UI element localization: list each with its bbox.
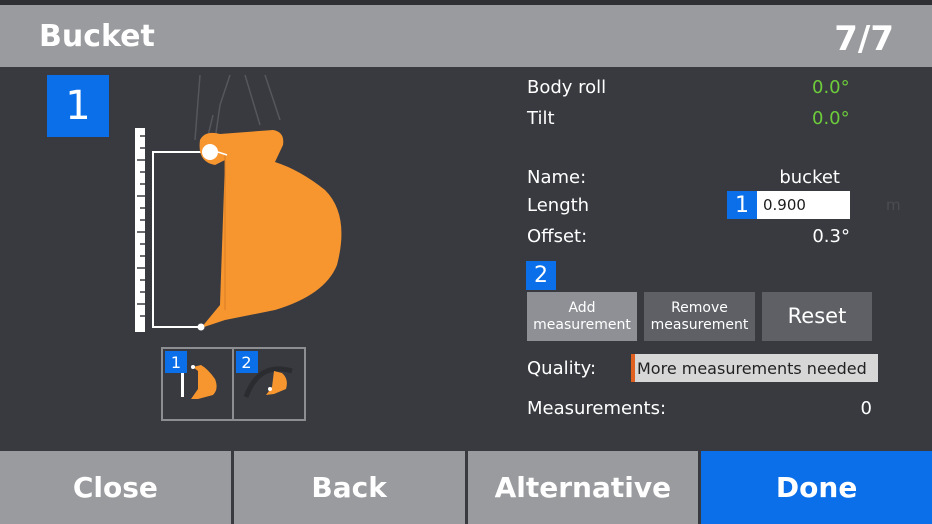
footer-bar: Close Back Alternative Done xyxy=(0,451,932,524)
page-title: Bucket xyxy=(39,19,155,54)
offset-label: Offset: xyxy=(527,226,588,247)
bucket-illustration xyxy=(135,74,342,332)
name-label: Name: xyxy=(527,167,587,188)
thumbnail-step-1[interactable]: 1 xyxy=(163,349,234,419)
ruler xyxy=(135,128,145,332)
close-button[interactable]: Close xyxy=(0,451,231,524)
done-button[interactable]: Done xyxy=(701,451,932,524)
add-measurement-button[interactable]: Add measurement xyxy=(527,292,637,341)
length-input[interactable]: 0.900 xyxy=(757,191,850,219)
thumbnail-badge-2: 2 xyxy=(235,351,258,373)
name-value: bucket xyxy=(779,167,840,188)
step-badge: 1 xyxy=(47,75,109,137)
title-bar: Bucket 7/7 xyxy=(0,0,932,67)
reset-button[interactable]: Reset xyxy=(762,292,872,341)
body-roll-label: Body roll xyxy=(527,77,607,98)
quality-status: More measurements needed xyxy=(631,354,878,382)
quality-label: Quality: xyxy=(527,358,597,379)
measurement-step-badge: 2 xyxy=(526,261,556,290)
back-button[interactable]: Back xyxy=(233,451,465,524)
thumbnail-step-2[interactable]: 2 xyxy=(234,349,305,419)
offset-value: 0.3° xyxy=(812,226,850,247)
tilt-label: Tilt xyxy=(527,108,555,129)
tip-point xyxy=(197,323,205,331)
tilt-value: 0.0° xyxy=(812,108,850,129)
alternative-button[interactable]: Alternative xyxy=(467,451,699,524)
page-counter: 7/7 xyxy=(834,19,894,59)
remove-measurement-button[interactable]: Remove measurement xyxy=(644,292,755,341)
body-roll-value: 0.0° xyxy=(812,77,850,98)
length-step-badge: 1 xyxy=(727,191,757,219)
measurements-label: Measurements: xyxy=(527,398,667,419)
length-label: Length xyxy=(527,195,590,216)
measurements-count: 0 xyxy=(860,398,872,419)
step-thumbnails: 1 2 xyxy=(161,347,306,421)
thumbnail-badge-1: 1 xyxy=(165,351,187,373)
length-unit: m xyxy=(886,196,901,214)
arm-lines xyxy=(194,74,281,141)
bucket-shape xyxy=(199,130,342,328)
measurement-bracket xyxy=(152,151,209,328)
pivot-point xyxy=(202,144,218,160)
